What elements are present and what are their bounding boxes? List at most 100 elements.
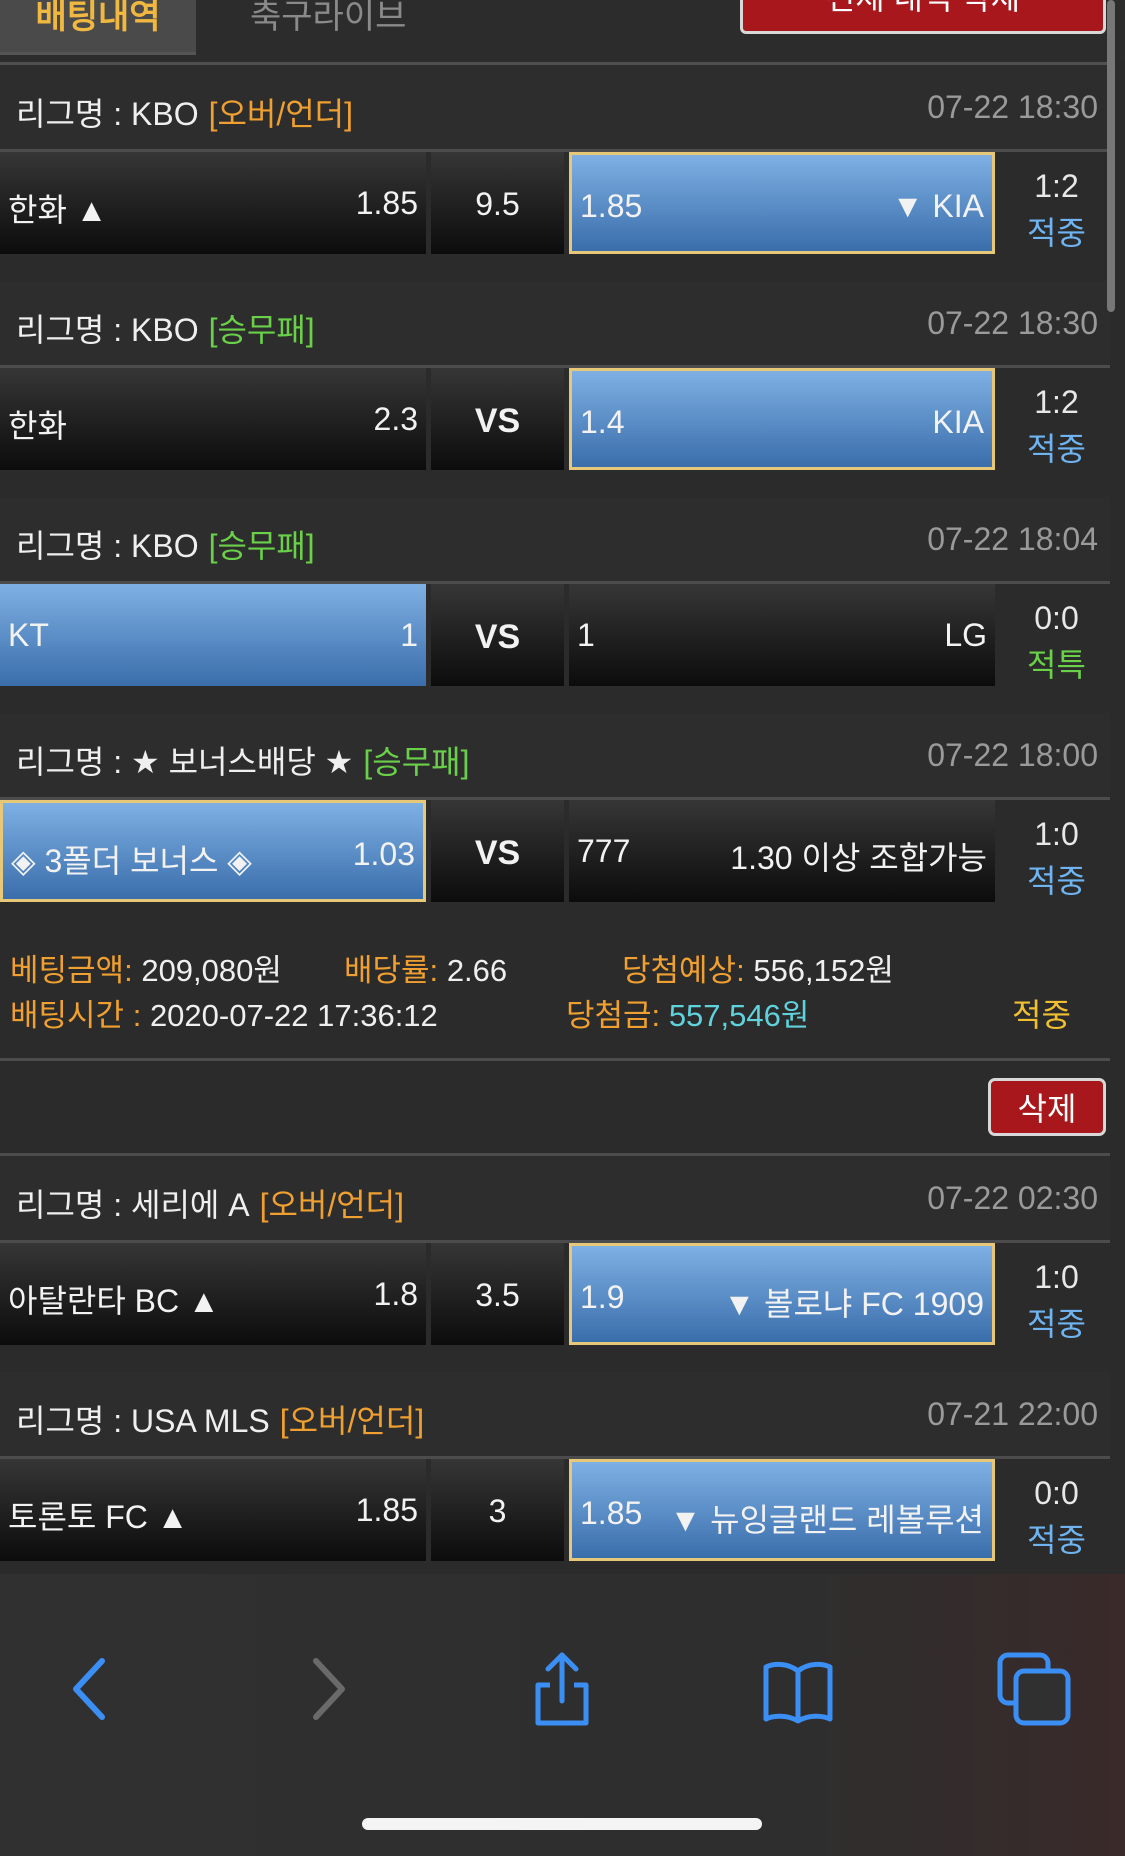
status-badge: 적중 — [1027, 215, 1086, 251]
home-team: 아탈란타 BC ▲ — [8, 1283, 220, 1319]
tabs-icon[interactable] — [994, 1649, 1074, 1729]
middle-option: 3 — [431, 1459, 564, 1561]
match-row: KT 1 VS 1 LG 0:0 적특 — [0, 584, 1110, 686]
away-option[interactable]: 1 LG — [569, 584, 995, 686]
tab-betting-history[interactable]: 배팅내역 — [0, 0, 196, 55]
result: 1:0 적중 — [1003, 800, 1110, 902]
match-row: 한화 ▲ 1.85 9.5 1.85 ▼ KIA 1:2 적중 — [0, 152, 1110, 254]
league-name: 리그명 : 세리에 A [오버/언더] — [16, 1187, 404, 1223]
result: 0:0 적특 — [1003, 584, 1110, 686]
home-option[interactable]: 아탈란타 BC ▲ 1.8 — [0, 1243, 426, 1345]
home-team: KT — [8, 617, 49, 653]
away-odds: 1.4 — [580, 404, 625, 440]
game-time: 07-22 18:00 — [927, 737, 1098, 773]
league-name: 리그명 : USA MLS [오버/언더] — [16, 1403, 425, 1439]
bet-type: [승무패] — [208, 528, 315, 564]
tab-soccer-live[interactable]: 축구라이브 — [250, 0, 406, 52]
league-header: 리그명 : KBO [승무패] 07-22 18:04 — [0, 497, 1110, 584]
league-header: 리그명 : KBO [승무패] 07-22 18:30 — [0, 281, 1110, 368]
away-team: ▼ 뉴잉글랜드 레볼루션 — [669, 1502, 984, 1538]
result: 0:0 적중 — [1003, 1459, 1110, 1561]
won-amount: 당첨금: 557,546원 — [566, 998, 810, 1033]
forward-icon[interactable] — [286, 1649, 366, 1729]
home-odds: 2.3 — [373, 401, 418, 437]
bet-time: 배팅시간 : 2020-07-22 17:36:12 — [10, 998, 438, 1033]
away-team: KIA — [932, 404, 984, 440]
home-odds: 1.85 — [355, 185, 418, 221]
bet-type: [오버/언더] — [259, 1187, 404, 1223]
home-option[interactable]: 토론토 FC ▲ 1.85 — [0, 1459, 426, 1561]
home-odds: 1 — [400, 617, 418, 653]
away-odds: 1 — [577, 617, 595, 653]
divider — [0, 1058, 1110, 1061]
home-option-selected[interactable]: KT 1 — [0, 584, 426, 686]
away-option-selected[interactable]: 1.9 ▼ 볼로냐 FC 1909 — [569, 1243, 995, 1345]
browser-toolbar — [0, 1574, 1125, 1856]
vs-label: VS — [474, 618, 521, 656]
game-time: 07-22 18:30 — [927, 305, 1098, 341]
away-team: ▼ KIA — [891, 188, 984, 224]
bet-amount: 베팅금액: 209,080원 — [10, 953, 282, 988]
share-icon[interactable] — [522, 1649, 602, 1729]
status-badge: 적특 — [1027, 647, 1086, 683]
status-badge: 적중 — [1027, 1306, 1086, 1342]
score: 1:0 — [1034, 1259, 1079, 1295]
away-option-selected[interactable]: 1.4 KIA — [569, 368, 995, 470]
home-odds: 1.85 — [355, 1492, 418, 1528]
home-indicator — [362, 1818, 762, 1830]
bet-type: [승무패] — [208, 312, 315, 348]
bet-type: [오버/언더] — [208, 96, 354, 132]
status-badge: 적중 — [1027, 1522, 1086, 1558]
status-badge: 적중 — [1027, 431, 1086, 467]
away-option-selected[interactable]: 1.85 ▼ KIA — [569, 152, 995, 254]
match-row: 토론토 FC ▲ 1.85 3 1.85 ▼ 뉴잉글랜드 레볼루션 0:0 적중 — [0, 1459, 1110, 1561]
back-icon[interactable] — [52, 1649, 132, 1729]
middle-option: VS — [431, 368, 564, 470]
score: 1:2 — [1034, 168, 1079, 204]
vs-label: VS — [474, 402, 521, 440]
league-name: 리그명 : KBO [승무패] — [16, 528, 315, 564]
away-odds: 1.85 — [580, 1495, 643, 1531]
league-header: 리그명 : ★ 보너스배당 ★ [승무패] 07-22 18:00 — [0, 713, 1110, 800]
game-time: 07-22 02:30 — [927, 1180, 1098, 1216]
home-odds: 1.8 — [373, 1276, 418, 1312]
result: 1:0 적중 — [1003, 1243, 1110, 1345]
score: 1:0 — [1034, 816, 1079, 852]
home-option[interactable]: 한화 ▲ 1.85 — [0, 152, 426, 254]
home-option-selected[interactable]: ◈ 3폴더 보너스 ◈ 1.03 — [0, 800, 426, 902]
league-name: 리그명 : KBO [승무패] — [16, 312, 315, 348]
league-header: 리그명 : USA MLS [오버/언더] 07-21 22:00 — [0, 1372, 1110, 1459]
league-header: 리그명 : KBO [오버/언더] 07-22 18:30 — [0, 65, 1110, 152]
expected-win: 당첨예상: 556,152원 — [622, 953, 894, 988]
delete-button[interactable]: 삭제 — [988, 1078, 1106, 1136]
home-team: 토론토 FC ▲ — [8, 1499, 189, 1535]
middle-option: VS — [431, 584, 564, 686]
summary-status: 적중 — [1012, 997, 1071, 1033]
home-team: 한화 ▲ — [8, 192, 108, 228]
away-team: ▼ 볼로냐 FC 1909 — [723, 1286, 984, 1322]
result: 1:2 적중 — [1003, 152, 1110, 254]
away-odds: 1.9 — [580, 1279, 625, 1315]
score: 0:0 — [1034, 1475, 1079, 1511]
home-option[interactable]: 한화 2.3 — [0, 368, 426, 470]
bet-type: [오버/언더] — [279, 1403, 425, 1439]
tab-bar: 배팅내역 축구라이브 전체 내역 삭제 — [0, 0, 1125, 62]
delete-all-button[interactable]: 전체 내역 삭제 — [740, 0, 1106, 34]
bookmarks-icon[interactable] — [758, 1649, 838, 1729]
bet-summary: 베팅금액: 209,080원 배당률: 2.66 당첨예상: 556,152원 … — [0, 925, 1110, 1055]
score: 1:2 — [1034, 384, 1079, 420]
match-row: 한화 2.3 VS 1.4 KIA 1:2 적중 — [0, 368, 1110, 470]
bet-type: [승무패] — [363, 744, 470, 780]
middle-option: 3.5 — [431, 1243, 564, 1345]
away-odds: 777 — [577, 833, 631, 869]
scrollbar[interactable] — [1107, 0, 1115, 312]
match-row: ◈ 3폴더 보너스 ◈ 1.03 VS 777 1.30 이상 조합가능 1:0… — [0, 800, 1110, 902]
status-badge: 적중 — [1027, 863, 1086, 899]
away-option-selected[interactable]: 1.85 ▼ 뉴잉글랜드 레볼루션 — [569, 1459, 995, 1561]
away-option[interactable]: 777 1.30 이상 조합가능 — [569, 800, 995, 902]
game-time: 07-22 18:04 — [927, 521, 1098, 557]
vs-label: VS — [474, 834, 521, 872]
odds-rate: 배당률: 2.66 — [344, 953, 508, 988]
middle-option: VS — [431, 800, 564, 902]
handicap-line: 3.5 — [475, 1277, 520, 1313]
